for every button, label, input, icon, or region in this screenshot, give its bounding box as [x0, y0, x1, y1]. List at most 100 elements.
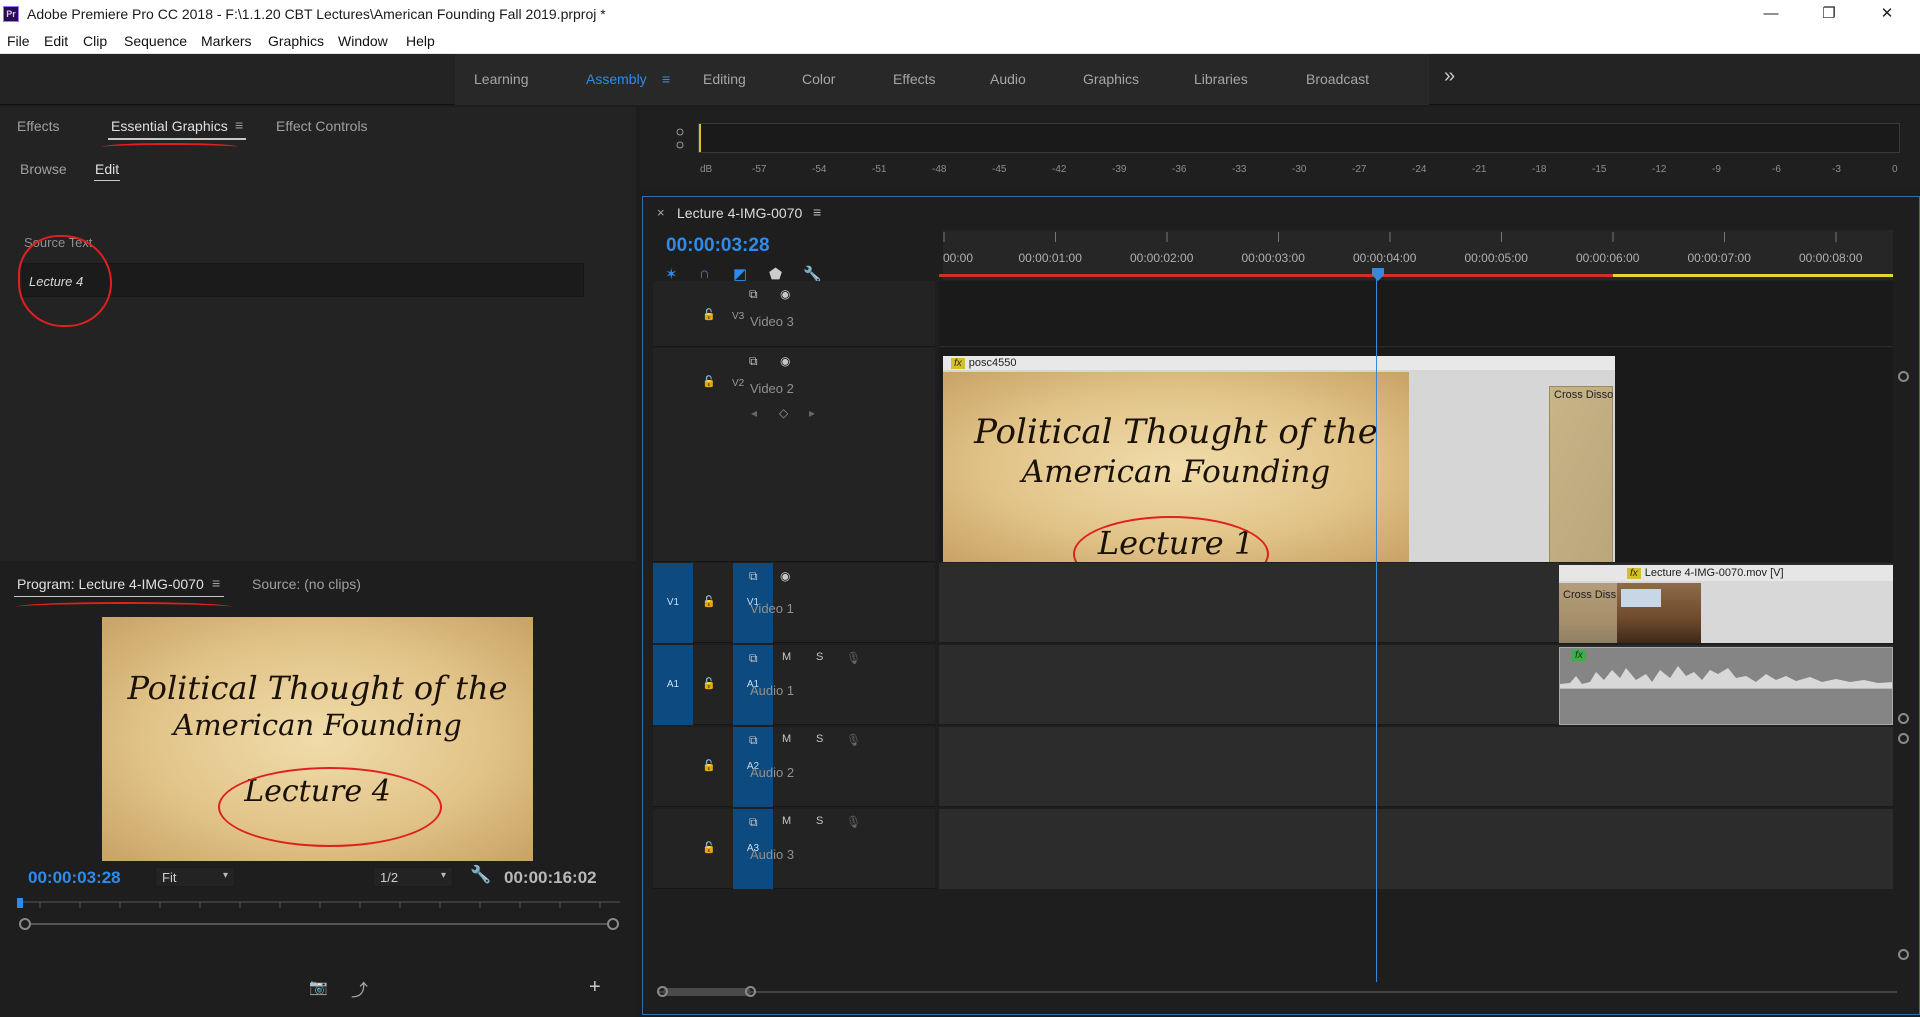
lane-v3[interactable] — [939, 281, 1893, 347]
tab-effects[interactable]: Effects — [17, 118, 60, 134]
previous-keyframe-icon[interactable]: ◂ — [751, 406, 757, 420]
subtab-edit[interactable]: Edit — [95, 161, 119, 177]
menu-edit[interactable]: Edit — [44, 33, 68, 49]
zoom-right-knob[interactable] — [745, 986, 756, 997]
minimize-button[interactable]: — — [1742, 0, 1800, 28]
track-name: Audio 3 — [750, 847, 795, 862]
source-patch-v1[interactable]: V1 — [653, 563, 693, 643]
audio-clip[interactable]: fx — [1559, 647, 1893, 725]
workspace-effects[interactable]: Effects — [893, 71, 936, 87]
menu-sequence[interactable]: Sequence — [124, 33, 187, 49]
meter-scale-label: -51 — [872, 164, 887, 175]
workspace-libraries[interactable]: Libraries — [1194, 71, 1248, 87]
ruler-ticks — [943, 232, 1837, 242]
meter-scale-label: -21 — [1472, 164, 1487, 175]
snap-magnet-icon[interactable]: ∩ — [699, 265, 710, 282]
wrench-icon[interactable]: 🔧 — [470, 865, 491, 885]
lane-a3[interactable] — [939, 809, 1893, 889]
sequence-menu-icon[interactable]: ≡ — [813, 204, 821, 220]
source-patch-a1[interactable]: A1 — [653, 645, 693, 725]
microphone-icon[interactable]: 🎙 — [846, 815, 861, 829]
menu-graphics[interactable]: Graphics — [268, 33, 324, 49]
toggle-sync-lock-icon[interactable]: ⧉ — [749, 815, 758, 830]
workspace-editing[interactable]: Editing — [703, 71, 746, 87]
subtab-browse[interactable]: Browse — [20, 161, 67, 177]
add-keyframe-icon[interactable]: ◇ — [779, 406, 788, 420]
workspace-audio[interactable]: Audio — [990, 71, 1026, 87]
transition-cross-dissolve-v2[interactable]: Cross Disso — [1549, 386, 1613, 562]
solo-button[interactable]: S — [816, 651, 823, 663]
resolution-dropdown[interactable]: 1/2 ▾ — [373, 867, 453, 887]
eye-icon[interactable]: ◉ — [780, 569, 790, 583]
playhead-handle[interactable] — [1371, 268, 1385, 282]
transition-cross-dissolve-v1[interactable]: Cross Diss — [1559, 583, 1617, 643]
microphone-icon[interactable]: 🎙 — [846, 733, 861, 747]
workspace-assembly[interactable]: Assembly — [586, 71, 647, 87]
graphic-clip[interactable]: fx posc4550 Political Thought of the Amer… — [943, 356, 1615, 562]
toggle-sync-lock-icon[interactable]: ⧉ — [749, 287, 758, 302]
lane-a2[interactable] — [939, 727, 1893, 807]
export-icon[interactable]: ⤴ — [351, 976, 368, 1001]
meter-solo-buttons[interactable] — [672, 125, 692, 155]
workspace-color[interactable]: Color — [802, 71, 835, 87]
audio-scroll-bottom-knob[interactable] — [1898, 949, 1909, 960]
program-time-ruler[interactable] — [16, 894, 626, 930]
restore-button[interactable]: ❐ — [1800, 0, 1858, 28]
tab-essential-graphics[interactable]: Essential Graphics — [111, 118, 228, 134]
lock-icon[interactable]: 🔓 — [702, 841, 716, 854]
tab-effect-controls[interactable]: Effect Controls — [276, 118, 368, 134]
sequence-tab[interactable]: Lecture 4-IMG-0070 — [677, 205, 802, 221]
video-scroll-top-knob[interactable] — [1898, 371, 1909, 382]
workspace-menu-icon[interactable]: ≡ — [662, 71, 670, 87]
lane-v2: fx posc4550 Political Thought of the Amer… — [939, 348, 1893, 562]
toggle-sync-lock-icon[interactable]: ⧉ — [749, 354, 758, 369]
mute-button[interactable]: M — [782, 651, 791, 663]
microphone-icon[interactable]: 🎙 — [846, 651, 861, 665]
close-button[interactable]: ✕ — [1858, 0, 1916, 28]
toggle-sync-lock-icon[interactable]: ⧉ — [749, 651, 758, 666]
solo-button[interactable]: S — [816, 733, 823, 745]
mute-button[interactable]: M — [782, 733, 791, 745]
menu-file[interactable]: File — [7, 33, 30, 49]
menu-window[interactable]: Window — [338, 33, 388, 49]
red-annotation-underline — [16, 602, 232, 612]
lock-icon[interactable]: 🔓 — [702, 759, 716, 772]
audio-scroll-top-knob[interactable] — [1898, 733, 1909, 744]
zoom-left-knob[interactable] — [657, 986, 668, 997]
tab-program[interactable]: Program: Lecture 4-IMG-0070 — [17, 576, 204, 592]
menu-markers[interactable]: Markers — [201, 33, 252, 49]
solo-button[interactable]: S — [816, 815, 823, 827]
toggle-sync-lock-icon[interactable]: ⧉ — [749, 733, 758, 748]
work-area-bar[interactable] — [1613, 274, 1893, 277]
toggle-sync-lock-icon[interactable]: ⧉ — [749, 569, 758, 584]
eye-icon[interactable]: ◉ — [780, 354, 790, 368]
horizontal-scroll-track[interactable] — [657, 991, 1897, 993]
current-timecode[interactable]: 00:00:03:28 — [28, 868, 121, 888]
menu-help[interactable]: Help — [406, 33, 435, 49]
chevron-down-icon: ▾ — [222, 870, 228, 881]
close-icon[interactable]: × — [657, 205, 665, 220]
workspace-broadcast[interactable]: Broadcast — [1306, 71, 1369, 87]
video-clip[interactable]: fx Lecture 4-IMG-0070.mov [V] Cross Diss — [1559, 565, 1893, 643]
lock-icon[interactable]: 🔓 — [702, 677, 716, 690]
mute-button[interactable]: M — [782, 815, 791, 827]
timeline-ruler[interactable]: 00:00 00:00:01:00 00:00:02:00 00:00:03:00 00… — [939, 230, 1893, 282]
zoom-dropdown[interactable]: Fit ▾ — [155, 867, 235, 887]
horizontal-scroll-thumb[interactable] — [663, 988, 751, 996]
video-scroll-bottom-knob[interactable] — [1898, 713, 1909, 724]
timeline-timecode[interactable]: 00:00:03:28 — [666, 235, 770, 257]
eye-icon[interactable]: ◉ — [780, 287, 790, 301]
lock-icon[interactable]: 🔓 — [702, 375, 716, 388]
workspace-graphics[interactable]: Graphics — [1083, 71, 1139, 87]
lock-icon[interactable]: 🔓 — [702, 308, 716, 321]
program-menu-icon[interactable]: ≡ — [212, 575, 220, 591]
more-workspaces-icon[interactable]: » — [1444, 65, 1455, 88]
menu-clip[interactable]: Clip — [83, 33, 107, 49]
tab-source[interactable]: Source: (no clips) — [252, 576, 361, 592]
panel-menu-icon[interactable]: ≡ — [235, 117, 243, 133]
workspace-learning[interactable]: Learning — [474, 71, 529, 87]
add-button-icon[interactable]: + — [589, 976, 601, 999]
lock-icon[interactable]: 🔓 — [702, 595, 716, 608]
export-frame-icon[interactable]: 📷 — [309, 978, 328, 996]
next-keyframe-icon[interactable]: ▸ — [809, 406, 815, 420]
